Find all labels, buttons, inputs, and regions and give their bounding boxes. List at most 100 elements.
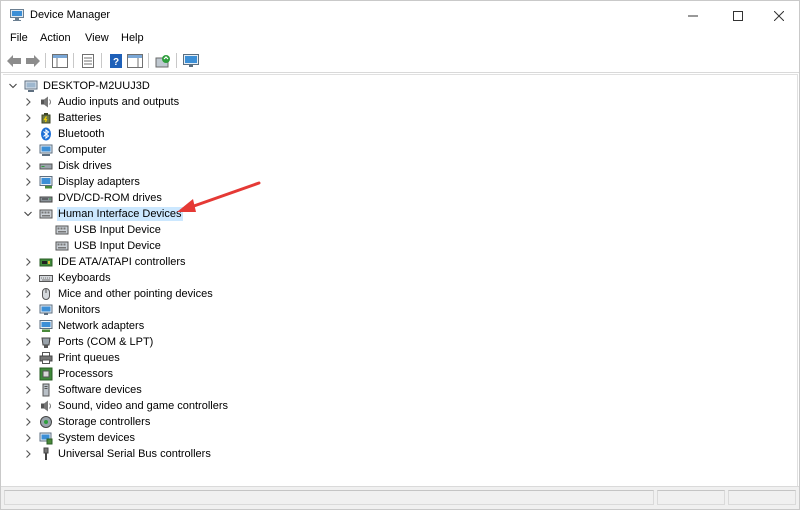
show-hide-console-tree-button[interactable] xyxy=(51,52,69,69)
menu-bar: File Action View Help xyxy=(1,31,799,49)
properties-button[interactable] xyxy=(79,52,97,69)
tree-item-label: USB Input Device xyxy=(74,240,161,252)
tree-item-label: Ports (COM & LPT) xyxy=(58,336,154,348)
printer-icon xyxy=(39,351,53,365)
chevron-right-icon[interactable] xyxy=(23,145,33,155)
back-arrow-icon xyxy=(7,54,21,67)
tree-item-computer[interactable]: Computer xyxy=(23,142,107,158)
tree-item-monitors[interactable]: Monitors xyxy=(23,302,101,318)
network-adapter-icon xyxy=(39,319,53,333)
chevron-right-icon[interactable] xyxy=(23,273,33,283)
tree-item-batteries[interactable]: Batteries xyxy=(23,110,102,126)
tree-item-human-interface-devices[interactable]: Human Interface Devices xyxy=(23,206,183,222)
tree-item-audio-inputs-and-outputs[interactable]: Audio inputs and outputs xyxy=(23,94,180,110)
chevron-right-icon[interactable] xyxy=(23,449,33,459)
tree-item-label: Storage controllers xyxy=(58,416,151,428)
chevron-right-icon[interactable] xyxy=(23,353,33,363)
show-hide-action-pane-button[interactable] xyxy=(126,52,144,69)
tree-item-network-adapters[interactable]: Network adapters xyxy=(23,318,145,334)
chevron-right-icon[interactable] xyxy=(23,321,33,331)
tree-item-label: Network adapters xyxy=(58,320,145,332)
close-icon xyxy=(774,10,784,21)
tree-item-storage-controllers[interactable]: Storage controllers xyxy=(23,414,151,430)
usb-input-device-icon xyxy=(55,223,69,237)
battery-icon xyxy=(39,111,53,125)
maximize-button[interactable] xyxy=(718,1,758,30)
tree-item-ide-ata-atapi-controllers[interactable]: IDE ATA/ATAPI controllers xyxy=(23,254,187,270)
disk-drive-icon xyxy=(39,159,53,173)
tree-item-universal-serial-bus-controllers[interactable]: Universal Serial Bus controllers xyxy=(23,446,212,462)
tree-item-bluetooth[interactable]: Bluetooth xyxy=(23,126,105,142)
chevron-right-icon[interactable] xyxy=(23,289,33,299)
tree-root[interactable]: DESKTOP-M2UUJ3D xyxy=(8,78,151,94)
chevron-right-icon[interactable] xyxy=(23,385,33,395)
close-button[interactable] xyxy=(759,1,799,30)
minimize-button[interactable] xyxy=(673,1,713,30)
menu-file[interactable]: File xyxy=(10,32,28,44)
chevron-right-icon[interactable] xyxy=(23,129,33,139)
chevron-right-icon[interactable] xyxy=(23,417,33,427)
menu-help[interactable]: Help xyxy=(121,32,144,44)
chevron-right-icon[interactable] xyxy=(23,177,33,187)
chevron-right-icon[interactable] xyxy=(23,193,33,203)
chevron-right-icon[interactable] xyxy=(23,337,33,347)
status-bar-cell xyxy=(657,490,725,505)
update-driver-button[interactable] xyxy=(154,52,172,69)
tree-item-label: Display adapters xyxy=(58,176,140,188)
tree-item-system-devices[interactable]: System devices xyxy=(23,430,136,446)
menu-view[interactable]: View xyxy=(85,32,109,44)
tree-item-label: Print queues xyxy=(58,352,120,364)
tree-item-keyboards[interactable]: Keyboards xyxy=(23,270,112,286)
device-tree: DESKTOP-M2UUJ3D Audio inputs and outputs… xyxy=(3,74,798,488)
tree-item-label: Software devices xyxy=(58,384,142,396)
tree-item-label: DVD/CD-ROM drives xyxy=(58,192,162,204)
chevron-down-icon[interactable] xyxy=(23,209,33,219)
tree-item-display-adapters[interactable]: Display adapters xyxy=(23,174,141,190)
computer-root-icon xyxy=(24,79,38,93)
system-device-icon xyxy=(39,431,53,445)
chevron-right-icon[interactable] xyxy=(23,401,33,411)
tree-item-dvd-cd-rom-drives[interactable]: DVD/CD-ROM drives xyxy=(23,190,163,206)
chevron-right-icon[interactable] xyxy=(23,97,33,107)
annotation-arrow-icon xyxy=(177,181,261,212)
tree-item-label-selected: Human Interface Devices xyxy=(57,207,183,221)
tree-item-label: Audio inputs and outputs xyxy=(58,96,180,108)
tree-item-print-queues[interactable]: Print queues xyxy=(23,350,121,366)
tree-item-label: Sound, video and game controllers xyxy=(58,400,228,412)
help-button[interactable]: ? xyxy=(107,52,125,69)
toolbar-separator xyxy=(148,53,149,68)
chevron-right-icon[interactable] xyxy=(23,433,33,443)
display-adapter-icon xyxy=(39,175,53,189)
tree-item-processors[interactable]: Processors xyxy=(23,366,114,382)
tree-item-mice-and-other-pointing-devices[interactable]: Mice and other pointing devices xyxy=(23,286,214,302)
forward-arrow-icon xyxy=(26,54,40,67)
menu-action[interactable]: Action xyxy=(40,32,71,44)
chevron-right-icon[interactable] xyxy=(23,305,33,315)
ide-controller-icon xyxy=(39,255,53,269)
tree-root-label: DESKTOP-M2UUJ3D xyxy=(43,80,150,92)
back-button[interactable] xyxy=(5,52,23,69)
title-bar: Device Manager xyxy=(1,1,799,30)
chevron-right-icon[interactable] xyxy=(23,161,33,171)
tree-item-ports-com-lpt[interactable]: Ports (COM & LPT) xyxy=(23,334,154,350)
tree-item-label: Universal Serial Bus controllers xyxy=(58,448,211,460)
forward-button[interactable] xyxy=(24,52,42,69)
tree-item-label: Bluetooth xyxy=(58,128,105,140)
window-title: Device Manager xyxy=(30,9,111,21)
sound-controller-icon xyxy=(39,399,53,413)
tree-item-disk-drives[interactable]: Disk drives xyxy=(23,158,113,174)
status-bar-cell xyxy=(728,490,796,505)
chevron-down-icon[interactable] xyxy=(8,81,18,91)
tree-item-usb-input-device[interactable]: USB Input Device xyxy=(55,238,162,254)
chevron-right-icon[interactable] xyxy=(23,257,33,267)
scan-for-hardware-changes-button[interactable] xyxy=(182,52,200,69)
tree-item-usb-input-device[interactable]: USB Input Device xyxy=(55,222,162,238)
update-driver-icon xyxy=(155,54,170,67)
tree-item-sound-video-and-game-controllers[interactable]: Sound, video and game controllers xyxy=(23,398,229,414)
chevron-right-icon[interactable] xyxy=(23,113,33,123)
tree-item-software-devices[interactable]: Software devices xyxy=(23,382,143,398)
chevron-right-icon[interactable] xyxy=(23,369,33,379)
usb-input-device-icon xyxy=(55,239,69,253)
monitor-icon xyxy=(39,303,53,317)
computer-icon xyxy=(39,143,53,157)
